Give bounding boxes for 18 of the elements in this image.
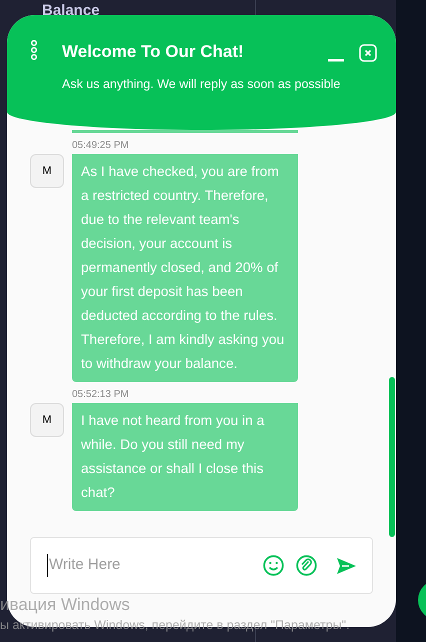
agent-avatar: M (30, 154, 64, 188)
attachment-icon[interactable] (296, 555, 317, 576)
more-icon[interactable] (30, 40, 38, 60)
message-time: 05:49:25 PM (72, 140, 130, 152)
close-icon[interactable] (359, 44, 377, 62)
chat-subtitle: Ask us anything. We will reply as soon as possible (62, 76, 341, 93)
message-bubble: As I have checked, you are from a restricted country. Therefore, due to the relevant team's decision, your account is permanently closed, and 20% of your first deposit has been deducted according to the rules. Therefore, I am kindly asking you to withdraw your balance. (72, 154, 298, 382)
send-icon[interactable] (337, 558, 356, 574)
message-field[interactable]: Write Here (47, 554, 251, 577)
agent-avatar: M (30, 403, 64, 437)
message-bubble: I have not heard from you in a while. Do you still need my assistance or shall I close this chat? (72, 403, 298, 511)
smiley-icon[interactable] (263, 555, 284, 576)
minimize-icon[interactable] (328, 59, 344, 62)
message-time: 05:52:13 PM (72, 389, 130, 401)
scrollbar-thumb[interactable] (389, 377, 395, 537)
message-input[interactable]: Write Here (30, 537, 373, 594)
chat-title: Welcome To Our Chat! (62, 41, 244, 63)
balance-heading: Balance (42, 1, 100, 21)
